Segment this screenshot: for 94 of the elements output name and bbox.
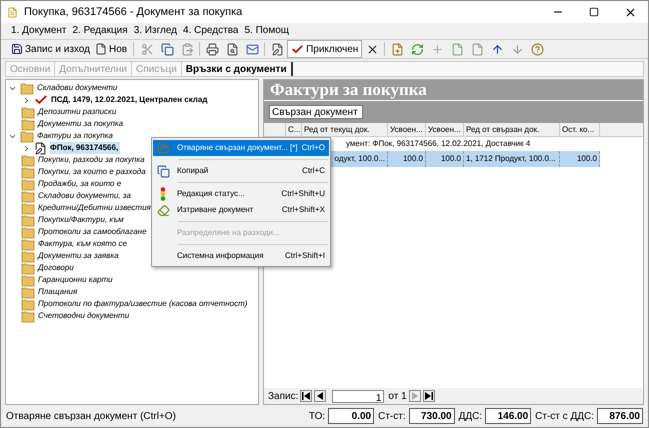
previous-record-button[interactable] — [314, 390, 326, 402]
total-field: 730.00 — [408, 408, 455, 424]
group-row: умент: ФПок, 963174566, 12.02.2021, Доставчик 4 — [346, 138, 530, 150]
menu-item[interactable]: Системна информация Ctrl+Shift+I — [153, 248, 329, 264]
tree-item[interactable]: Депозитни разписки — [38, 106, 116, 118]
group-by-chip[interactable]: Свързан документ — [269, 105, 363, 119]
folder-icon — [21, 166, 35, 178]
tree-item[interactable]: Фактури за покупка — [37, 130, 113, 142]
tree-item[interactable]: Документи за покупка — [38, 118, 124, 130]
window-title: Покупка, 963174566 - Документ за покупка — [24, 4, 242, 20]
folder-icon — [21, 106, 35, 118]
folder-icon — [21, 214, 35, 226]
tree-item[interactable]: Покупки, за които е разхода — [38, 166, 146, 178]
app-icon — [7, 6, 18, 18]
save-icon — [11, 43, 23, 55]
menu-item[interactable]: 4. Средства — [183, 26, 238, 36]
check-icon — [34, 93, 48, 107]
eraser-icon — [156, 204, 170, 216]
folder-icon — [21, 190, 35, 202]
file-icon — [94, 43, 107, 55]
folder-icon — [21, 238, 35, 250]
save-exit-button[interactable]: Запис и изход — [9, 42, 92, 56]
column-header[interactable]: Ред от текущ док. — [302, 123, 388, 136]
folder-icon — [21, 178, 35, 190]
menu-item[interactable]: 1. Документ — [11, 26, 66, 36]
folder-icon — [21, 118, 35, 130]
maximize-icon — [589, 7, 599, 17]
tree-item[interactable]: Счетоводни документи — [38, 310, 130, 322]
table-cell: 100.0 — [560, 151, 600, 167]
menu-item[interactable]: Редакция статус... Ctrl+Shift+U — [153, 186, 329, 202]
panel-header: Фактури за покупка — [264, 80, 643, 100]
folder-icon — [21, 262, 35, 274]
folder-icon — [21, 286, 35, 298]
column-header[interactable]: С... — [286, 123, 302, 136]
total-label: Ст-ст с ДДС: — [535, 410, 594, 424]
table-cell: 100.0 — [388, 151, 426, 167]
menu-item[interactable]: Отваряне свързан документ... [*] Ctrl+O — [153, 140, 329, 156]
navigator-label: Запис: — [268, 390, 298, 404]
total-field: 876.00 — [597, 408, 643, 424]
folder-icon — [21, 310, 35, 322]
total-field: 146.00 — [485, 408, 532, 424]
column-header[interactable]: Усвоен... — [388, 123, 426, 136]
tree-item[interactable]: Гаранционни карти — [38, 274, 113, 286]
record-count: от 1 — [388, 390, 407, 404]
folder-icon — [21, 202, 35, 214]
menu-item[interactable]: Изтриване документ Ctrl+Shift+X — [153, 202, 329, 218]
tree-item[interactable]: Складови документи, за — [38, 190, 131, 202]
first-record-button[interactable] — [300, 390, 312, 402]
tree-item[interactable]: Договори — [38, 262, 74, 274]
table-cell: 100.0 — [426, 151, 464, 167]
total-label: ДДС: — [458, 410, 482, 424]
total-label: Ст-ст: — [378, 410, 406, 424]
done-button[interactable]: Приключен — [287, 40, 362, 58]
tree-item[interactable]: Плащания — [38, 286, 78, 298]
copy-icon — [156, 164, 170, 178]
record-field[interactable]: 1 — [332, 390, 384, 402]
check-icon — [291, 42, 304, 56]
last-record-button[interactable] — [422, 390, 435, 402]
tree-item[interactable]: ФПок, 963174566, — [50, 142, 120, 154]
new-button[interactable]: Нов — [92, 42, 130, 56]
folder-icon — [20, 82, 34, 94]
folder-icon — [156, 142, 170, 154]
tab[interactable]: Връзки с документи — [182, 62, 293, 76]
total-label: ТО: — [308, 410, 326, 424]
tree-item[interactable]: Покупки/Фактури, към — [38, 214, 124, 226]
folder-icon — [21, 250, 35, 262]
expand-icon[interactable] — [22, 144, 31, 152]
column-header[interactable]: Усвоен... — [426, 123, 464, 136]
menu-item[interactable]: 2. Редакция — [72, 26, 128, 36]
tree-item[interactable]: Документи за заявка — [38, 250, 119, 262]
expand-icon[interactable] — [22, 96, 31, 104]
tree-item[interactable]: Кредитни/Дебитни известия — [38, 202, 151, 214]
document-icon — [34, 142, 47, 154]
tree-item[interactable]: ПСД, 1479, 12.02.2021, Централен склад — [51, 94, 208, 106]
column-header[interactable]: Ост. ко... — [560, 123, 600, 136]
tree-item[interactable]: Протоколи за самооблагане — [38, 226, 147, 238]
folder-icon — [21, 154, 35, 166]
total-field: 0.00 — [328, 408, 374, 424]
folder-icon — [21, 226, 35, 238]
traffic-light-icon — [159, 187, 167, 201]
tree-item[interactable]: Фактура, към която се — [38, 238, 127, 250]
menu-item[interactable]: 3. Изглед — [134, 26, 178, 36]
tree-item[interactable]: Покупки, разходи за покупка — [38, 154, 145, 166]
close-icon — [624, 6, 636, 18]
folder-icon — [21, 298, 35, 310]
folder-icon — [20, 130, 34, 142]
table-cell: 1, 1712 Продукт, 100.0... — [464, 151, 560, 167]
menu-item[interactable]: 5. Помощ — [244, 26, 289, 36]
tree-item[interactable]: Складови документи — [37, 82, 118, 94]
tree-item[interactable]: Протоколи по фактура/известие (касова отчетност) — [38, 298, 248, 310]
tree-item[interactable]: Продажби, за които е — [38, 178, 122, 190]
column-header[interactable]: Ред от свързан док. — [464, 123, 560, 136]
status-message: Отваряне свързан документ (Ctrl+O) — [6, 410, 176, 424]
folder-icon — [21, 274, 35, 286]
